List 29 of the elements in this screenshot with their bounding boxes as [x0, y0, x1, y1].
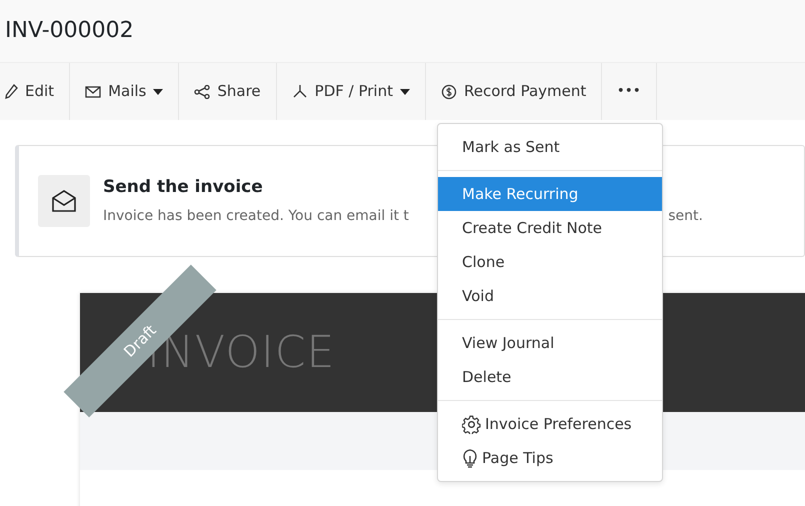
caret-icon — [153, 88, 164, 94]
menu-item[interactable]: View Journal — [438, 326, 662, 360]
menu-item[interactable]: Mark as Sent — [438, 130, 662, 164]
lightbulb-icon — [462, 448, 478, 468]
menu-item[interactable]: Delete — [438, 360, 662, 394]
menu-item[interactable]: Invoice Preferences — [438, 407, 662, 441]
more-button[interactable]: ••• — [602, 63, 658, 120]
banner-title: Send the invoice — [103, 176, 263, 199]
share-icon — [194, 84, 210, 98]
banner-text: Invoice has been created. You can email it t — [103, 207, 409, 226]
toolbar-button[interactable]: Record Payment — [426, 63, 602, 120]
toolbar-button[interactable]: Mails — [70, 63, 180, 120]
envelope-icon — [38, 175, 90, 227]
pdf-icon — [292, 84, 308, 99]
menu-item[interactable]: Create Credit Note — [438, 211, 662, 245]
invoice-number-title: INV-000002 — [5, 18, 134, 44]
pencil-icon — [5, 84, 18, 99]
banner-text: sent. — [668, 207, 703, 226]
toolbar-button[interactable]: PDF / Print — [276, 63, 426, 120]
toolbar-button[interactable]: Edit — [0, 63, 70, 120]
envelope-icon — [85, 86, 102, 98]
caret-icon — [400, 88, 410, 94]
menu-item[interactable]: Page Tips — [438, 441, 662, 475]
settings-icon — [462, 414, 481, 434]
menu-item[interactable]: Void — [438, 279, 662, 313]
toolbar-button[interactable]: Share — [179, 63, 277, 120]
dollar-coin-icon — [440, 84, 457, 100]
menu-item[interactable]: Clone — [438, 245, 662, 279]
menu-item[interactable]: Make Recurring — [438, 177, 662, 211]
